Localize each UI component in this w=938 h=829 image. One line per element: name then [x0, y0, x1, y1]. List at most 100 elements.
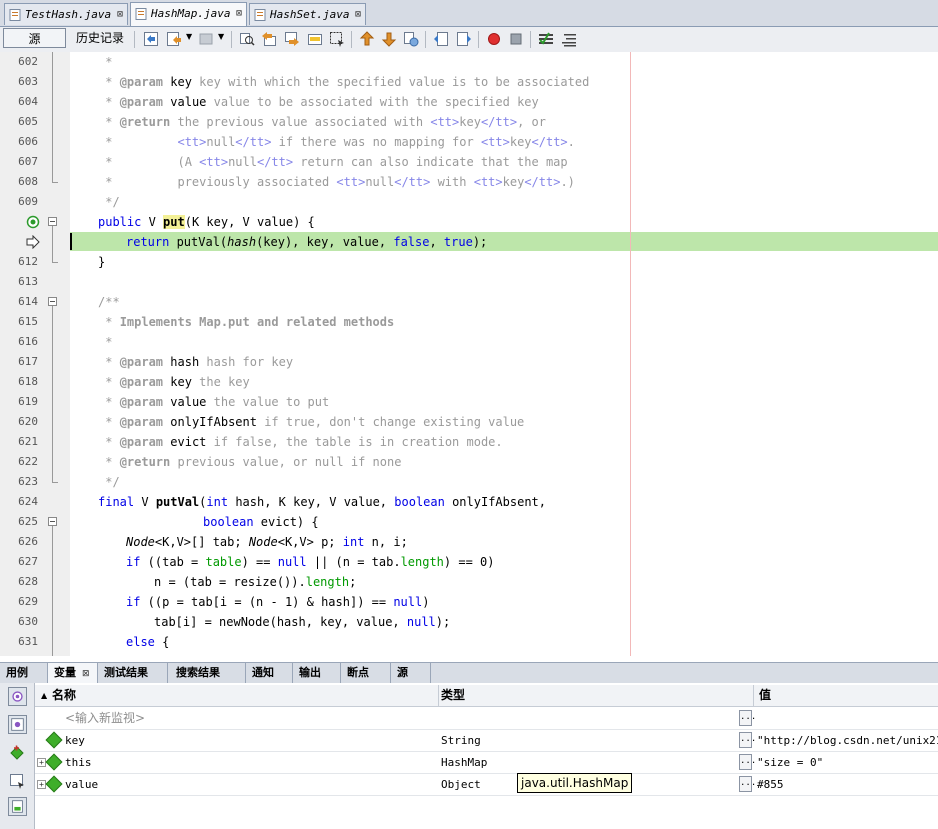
code-token: ((tab =	[140, 555, 206, 569]
comment-text: *	[98, 395, 120, 409]
tab-breakpoints[interactable]: 断点	[341, 663, 391, 683]
keyword: if	[126, 595, 141, 609]
new-watch-placeholder[interactable]: <输入新监视>	[65, 708, 145, 729]
tab-test-results[interactable]: 测试结果	[98, 663, 168, 683]
column-divider[interactable]	[753, 685, 754, 706]
last-edit-icon[interactable]	[143, 31, 159, 47]
new-watch-icon[interactable]	[8, 743, 27, 762]
html-tag: </tt>	[524, 175, 561, 189]
forward-icon[interactable]	[198, 31, 214, 47]
tab-hashset[interactable]: HashSet.java ⊠	[249, 3, 366, 25]
code-token: ) ==	[241, 555, 278, 569]
history-button[interactable]: 历史记录	[72, 28, 128, 48]
html-tag: </tt>	[235, 135, 272, 149]
variable-value[interactable]: "size = 0"	[757, 752, 823, 773]
tab-sources[interactable]: 源	[391, 663, 431, 683]
code-line: else {	[126, 632, 169, 652]
column-header-value[interactable]: 值	[759, 685, 771, 706]
code-token: V	[141, 215, 164, 229]
variable-value[interactable]: #855	[757, 774, 784, 795]
show-variables-icon[interactable]	[8, 797, 27, 816]
comment-text: *	[98, 315, 120, 329]
shift-right-icon[interactable]	[456, 31, 472, 47]
code-token: ,	[429, 235, 444, 249]
tab-label: 测试结果	[104, 666, 148, 679]
javadoc-tag: @param	[119, 395, 164, 409]
close-icon[interactable]: ⊠	[82, 669, 90, 679]
code-line-current: return putVal(hash(key), key, value, fal…	[126, 232, 487, 252]
chevron-down-icon[interactable]: ▼	[186, 32, 192, 41]
tab-notifications[interactable]: 通知	[246, 663, 293, 683]
tab-search-results[interactable]: 搜索结果	[170, 663, 246, 683]
new-watch-row[interactable]: <输入新监视> ...	[35, 708, 938, 730]
tab-label: 输出	[299, 666, 321, 679]
comment-text: key	[502, 175, 525, 189]
keyword: true	[443, 235, 473, 249]
check-file-icon[interactable]	[538, 31, 554, 47]
code-token: <K,V>[] tab;	[154, 535, 249, 549]
tab-hashmap[interactable]: HashMap.java ⊠	[130, 2, 247, 26]
html-tag: </tt>	[531, 135, 568, 149]
sort-ascending-icon[interactable]: ▲	[41, 685, 47, 706]
tab-output[interactable]: 输出	[293, 663, 341, 683]
close-icon[interactable]: ⊠	[117, 4, 123, 26]
code-token: n, i;	[364, 535, 408, 549]
comment-text: *	[98, 135, 178, 149]
code-line: * @param value the value to put	[98, 392, 329, 412]
tab-testhash[interactable]: TestHash.java ⊠	[4, 3, 128, 25]
expand-toggle[interactable]: +	[37, 758, 46, 767]
column-header-type[interactable]: 类型	[441, 685, 465, 706]
edit-value-button[interactable]: ...	[739, 776, 756, 792]
close-icon[interactable]: ⊠	[236, 3, 242, 25]
variable-row[interactable]: + value Object ... #855	[35, 774, 938, 796]
type-name: Node	[126, 535, 155, 549]
field-name: length	[305, 575, 350, 589]
keyword: final	[98, 495, 135, 509]
variable-row[interactable]: + this HashMap ... "size = 0"	[35, 752, 938, 774]
rectangular-selection-icon[interactable]	[329, 31, 345, 47]
keyword: boolean	[203, 515, 254, 529]
javadoc-tag: @param	[119, 355, 164, 369]
comment-text: /**	[98, 295, 120, 309]
expand-toggle[interactable]: +	[37, 780, 46, 789]
toolbar-separator	[351, 31, 352, 48]
column-header-name[interactable]: 名称	[52, 685, 76, 706]
column-divider[interactable]	[438, 685, 439, 706]
html-tag: <tt>	[430, 115, 460, 129]
code-token: (K key, V value) {	[184, 215, 315, 229]
tab-variables[interactable]: 变量 ⊠	[48, 663, 98, 683]
code-token: )	[422, 595, 430, 609]
tab-call-stack[interactable]: 用例	[0, 663, 48, 683]
edit-value-button[interactable]: ...	[739, 754, 756, 770]
comment-text: *	[98, 95, 120, 109]
find-next-icon[interactable]	[284, 31, 300, 47]
method-name: putVal	[155, 495, 200, 509]
next-bookmark-icon[interactable]	[381, 31, 397, 47]
start-macro-recording-icon[interactable]	[486, 31, 502, 47]
evaluate-expression-icon[interactable]	[8, 771, 27, 790]
local-variables-icon[interactable]	[8, 715, 27, 734]
variable-row[interactable]: key String ... "http://blog.csdn.net/uni…	[35, 730, 938, 752]
shift-left-icon[interactable]	[433, 31, 449, 47]
edit-value-button[interactable]: ...	[739, 732, 756, 748]
comment-icon[interactable]	[561, 31, 577, 47]
code-line: * @param evict if false, the table is in…	[98, 432, 502, 452]
html-tag: </tt>	[256, 155, 294, 169]
toggle-bookmark-icon[interactable]	[403, 31, 419, 47]
tab-label: HashSet.java	[270, 8, 350, 21]
close-icon[interactable]: ⊠	[355, 4, 361, 26]
chevron-down-icon[interactable]: ▼	[218, 32, 224, 41]
back-icon[interactable]	[166, 31, 182, 47]
find-selection-icon[interactable]	[239, 31, 255, 47]
debug-panel-tabs: 用例 变量 ⊠ 测试结果 搜索结果 通知 输出 断点 源	[0, 662, 938, 684]
previous-bookmark-icon[interactable]	[359, 31, 375, 47]
stop-macro-recording-icon[interactable]	[508, 31, 524, 47]
comment-text: key with which the specified value is to…	[191, 75, 590, 89]
toggle-highlight-icon[interactable]	[307, 31, 323, 47]
watch-icon[interactable]	[8, 687, 27, 706]
code-line: * previously associated <tt>null</tt> wi…	[98, 172, 575, 192]
source-button[interactable]: 源	[3, 28, 66, 48]
edit-value-button[interactable]: ...	[739, 710, 756, 726]
variable-value[interactable]: "http://blog.csdn.net/unix21"	[757, 730, 938, 751]
find-previous-icon[interactable]	[261, 31, 277, 47]
